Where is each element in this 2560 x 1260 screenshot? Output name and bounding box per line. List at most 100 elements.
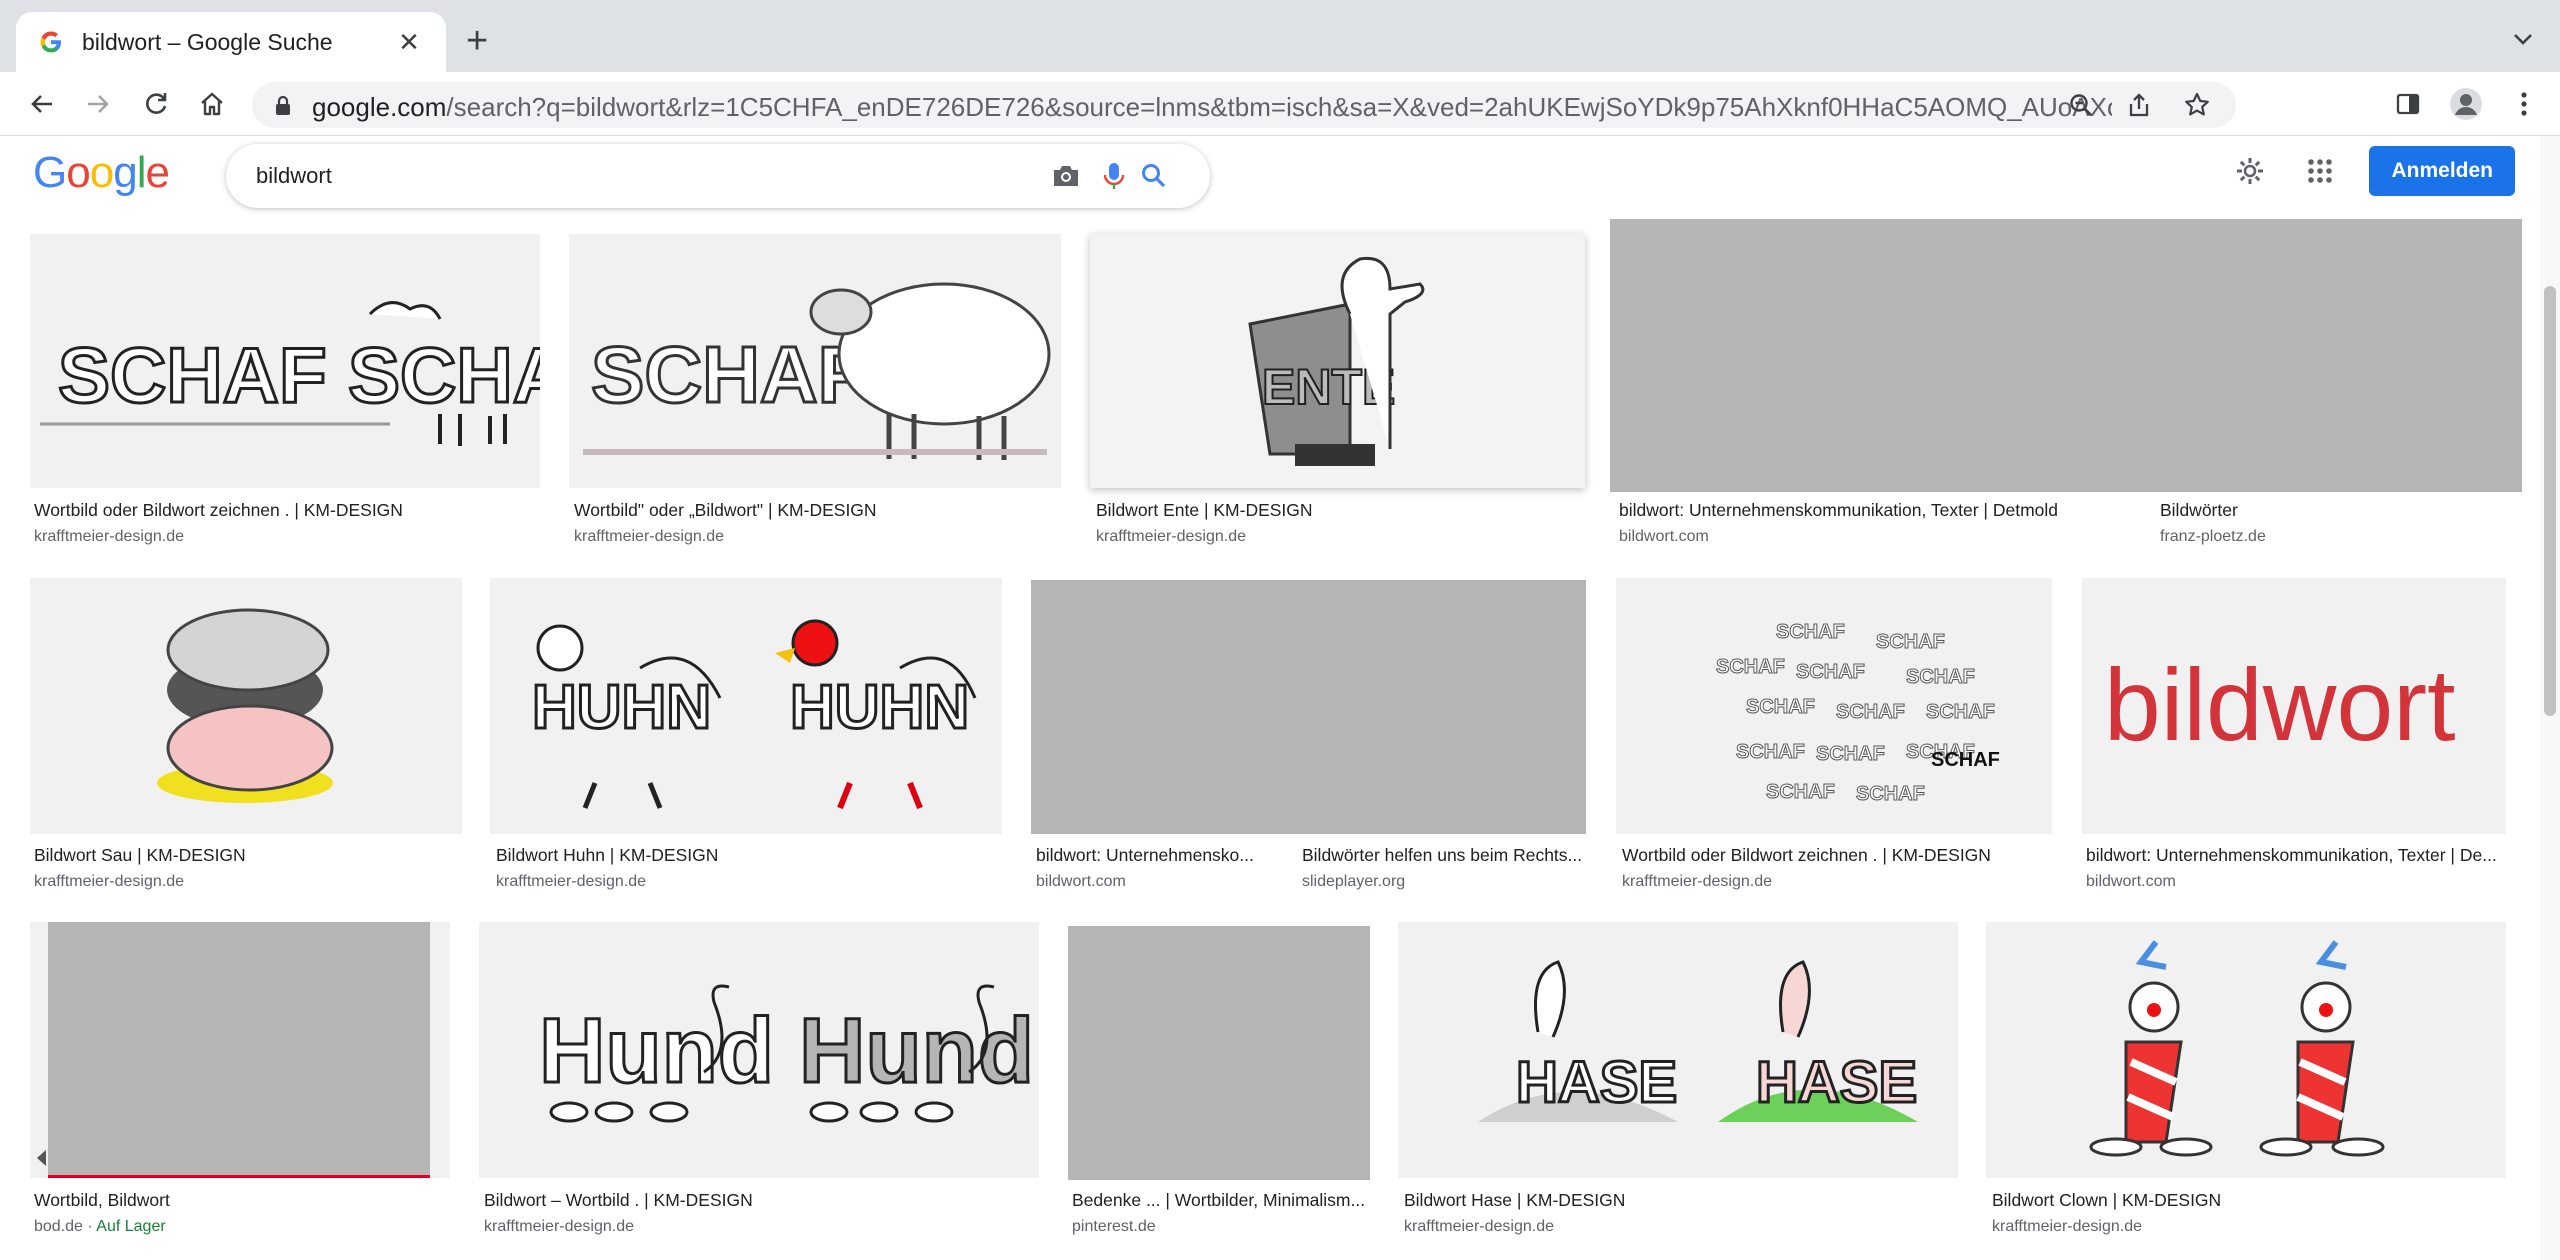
- result-source[interactable]: bod.de · Auf Lager: [34, 1218, 449, 1236]
- svg-text:SCHAF: SCHAF: [1746, 696, 1815, 718]
- result-source[interactable]: krafftmeier-design.de: [1992, 1218, 2504, 1236]
- browser-tab[interactable]: bildwort – Google Suche ✕: [16, 12, 446, 72]
- result-caption[interactable]: Bildwort Huhn | KM-DESIGN: [496, 845, 1001, 866]
- result-source[interactable]: krafftmeier-design.de: [1404, 1218, 1956, 1236]
- side-panel-icon[interactable]: [2388, 84, 2428, 124]
- result-thumbnail[interactable]: [30, 578, 462, 834]
- svg-text:Hund: Hund: [539, 1000, 774, 1102]
- browser-toolbar: google.com/search?q=bildwort&rlz=1C5CHFA…: [0, 72, 2560, 136]
- profile-avatar-icon[interactable]: [2446, 84, 2486, 124]
- search-icon[interactable]: [1136, 158, 1172, 194]
- svg-text:SCHAF: SCHAF: [591, 330, 867, 419]
- result-source[interactable]: krafftmeier-design.de: [34, 873, 459, 891]
- result-source[interactable]: krafftmeier-design.de: [34, 528, 539, 546]
- result-caption[interactable]: Wortbild oder Bildwort zeichnen . | KM-D…: [1622, 845, 2052, 866]
- svg-text:SCHAF: SCHAF: [1816, 743, 1885, 765]
- tab-strip: bildwort – Google Suche ✕ +: [0, 0, 2560, 72]
- result-thumbnail[interactable]: HASE HASE: [1398, 922, 1958, 1178]
- clown-image: [2089, 940, 2385, 1157]
- settings-gear-icon[interactable]: [2215, 146, 2285, 196]
- svg-text:SCHAF: SCHAF: [1856, 783, 1925, 805]
- svg-text:SCHAF: SCHAF: [58, 331, 327, 419]
- reload-icon[interactable]: [136, 84, 176, 124]
- result-thumbnail[interactable]: [1986, 922, 2506, 1178]
- result-source[interactable]: slideplayer.org: [1302, 873, 1586, 891]
- signin-button[interactable]: Anmelden: [2369, 146, 2515, 196]
- result-thumbnail-placeholder[interactable]: [1068, 926, 1370, 1180]
- url-path: /search?q=bildwort&rlz=1C5CHFA_enDE726DE…: [446, 92, 2112, 122]
- svg-text:HUHN: HUHN: [532, 673, 711, 742]
- result-caption[interactable]: Bildwort Hase | KM-DESIGN: [1404, 1190, 1956, 1211]
- microphone-icon[interactable]: [1096, 158, 1132, 194]
- result-thumbnail-placeholder[interactable]: [1610, 219, 2522, 492]
- result-source[interactable]: bildwort.com: [1619, 528, 2139, 546]
- result-thumbnail[interactable]: SCHAF SCHAF: [30, 234, 540, 488]
- scrollbar-thumb[interactable]: [2544, 286, 2556, 716]
- svg-text:Hund: Hund: [799, 1000, 1034, 1102]
- result-caption[interactable]: Bildwörter: [2160, 500, 2520, 521]
- close-tab-icon[interactable]: ✕: [394, 27, 424, 58]
- address-bar[interactable]: google.com/search?q=bildwort&rlz=1C5CHFA…: [252, 82, 2236, 128]
- svg-text:SCHAF: SCHAF: [1776, 621, 1845, 643]
- svg-text:HUHN: HUHN: [790, 673, 969, 742]
- url-text[interactable]: google.com/search?q=bildwort&rlz=1C5CHFA…: [312, 92, 2112, 123]
- share-icon[interactable]: [2110, 87, 2168, 123]
- result-thumbnail[interactable]: SCHAF SCHAF SCHAF SCHAF SCHAF SCHAF SCHAF SCH…: [1616, 578, 2052, 834]
- result-caption[interactable]: Wortbild oder Bildwort zeichnen . | KM-D…: [34, 500, 539, 521]
- result-source[interactable]: krafftmeier-design.de: [484, 1218, 1034, 1236]
- zoom-icon[interactable]: [2052, 87, 2110, 123]
- tab-search-chevron-icon[interactable]: [2508, 24, 2538, 54]
- result-source[interactable]: krafftmeier-design.de: [1622, 873, 2052, 891]
- result-thumbnail-placeholder[interactable]: [1031, 580, 1586, 834]
- result-caption[interactable]: bildwort: Unternehmenskommunikation, Tex…: [2086, 845, 2504, 866]
- result-source[interactable]: krafftmeier-design.de: [496, 873, 1001, 891]
- result-thumbnail[interactable]: [30, 922, 450, 1178]
- svg-text:SCHAF: SCHAF: [1836, 701, 1905, 723]
- svg-text:SCHAF: SCHAF: [348, 331, 540, 419]
- result-caption[interactable]: Wortbild, Bildwort: [34, 1190, 449, 1211]
- result-source[interactable]: bildwort.com: [1036, 873, 1261, 891]
- schaf-bildwort-image: SCHAF SCHAF: [40, 301, 540, 446]
- schaf-flock-image: SCHAF SCHAF SCHAF SCHAF SCHAF SCHAF SCHAF SCH…: [1716, 621, 2000, 806]
- result-thumbnail[interactable]: ENTE: [1090, 234, 1585, 488]
- result-caption[interactable]: Bildwort Clown | KM-DESIGN: [1992, 1190, 2504, 1211]
- result-source[interactable]: bildwort.com: [2086, 873, 2504, 891]
- svg-text:SCHAF: SCHAF: [1926, 701, 1995, 723]
- google-logo[interactable]: Google: [33, 148, 170, 198]
- hase-rabbit-image: HASE HASE: [1478, 960, 1919, 1122]
- result-caption[interactable]: Bildwörter helfen uns beim Rechts...: [1302, 845, 1586, 866]
- result-caption[interactable]: Bedenke ... | Wortbilder, Minimalism...: [1072, 1190, 1370, 1211]
- result-source[interactable]: krafftmeier-design.de: [574, 528, 1059, 546]
- back-arrow-icon[interactable]: [22, 84, 62, 124]
- book-cover-placeholder: [48, 922, 430, 1178]
- result-caption[interactable]: Bildwort Ente | KM-DESIGN: [1096, 500, 1581, 521]
- result-caption[interactable]: Bildwort Sau | KM-DESIGN: [34, 845, 459, 866]
- bookmark-star-icon[interactable]: [2168, 87, 2226, 123]
- result-source[interactable]: franz-ploetz.de: [2160, 528, 2520, 546]
- result-caption[interactable]: Wortbild" oder „Bildwort" | KM-DESIGN: [574, 500, 1059, 521]
- lock-icon[interactable]: [274, 95, 292, 122]
- search-input[interactable]: [256, 158, 956, 194]
- result-thumbnail[interactable]: SCHAF: [569, 234, 1061, 488]
- carousel-prev-arrow-icon[interactable]: [34, 1148, 48, 1168]
- result-source[interactable]: pinterest.de: [1072, 1218, 1370, 1236]
- browser-menu-icon[interactable]: [2504, 84, 2544, 124]
- result-thumbnail[interactable]: HUHN HUHN: [490, 578, 1002, 834]
- result-thumbnail[interactable]: Hund Hund: [479, 922, 1039, 1178]
- result-caption[interactable]: bildwort: Unternehmenskommunikation, Tex…: [1619, 500, 2139, 521]
- svg-text:SCHAF: SCHAF: [1716, 656, 1785, 678]
- result-caption[interactable]: bildwort: Unternehmensko...: [1036, 845, 1261, 866]
- result-caption[interactable]: Bildwort – Wortbild . | KM-DESIGN: [484, 1190, 1034, 1211]
- result-source[interactable]: krafftmeier-design.de: [1096, 528, 1581, 546]
- bildwort-logo-image: bildwort: [2104, 648, 2455, 762]
- new-tab-button[interactable]: +: [466, 22, 488, 60]
- page-scrollbar[interactable]: [2540, 136, 2560, 1260]
- ente-duck-image: ENTE: [1248, 256, 1425, 466]
- google-header: Google Anmelden: [0, 136, 2560, 220]
- result-thumbnail[interactable]: bildwort: [2082, 578, 2506, 834]
- camera-search-icon[interactable]: [1048, 158, 1084, 194]
- forward-arrow-icon[interactable]: [78, 84, 118, 124]
- svg-text:HASE: HASE: [1516, 1050, 1677, 1115]
- home-icon[interactable]: [192, 84, 232, 124]
- apps-grid-icon[interactable]: [2285, 146, 2355, 196]
